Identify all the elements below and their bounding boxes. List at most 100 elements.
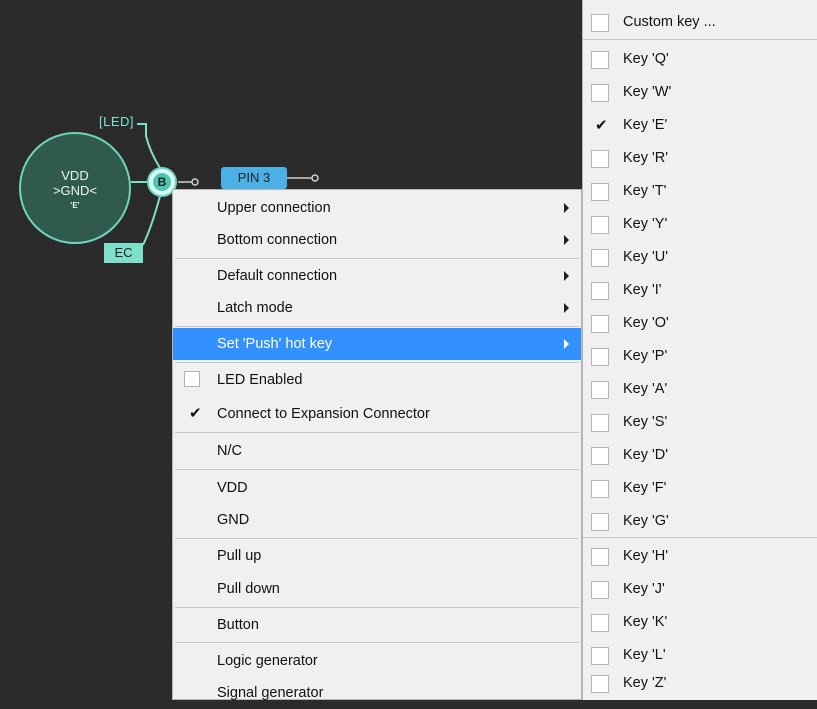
hotkey-label: Key 'P' xyxy=(623,348,668,364)
hotkey-item-t[interactable]: Key 'T' xyxy=(583,175,817,208)
menu-item-nc[interactable]: N/C xyxy=(173,435,581,467)
hotkey-item-z[interactable]: Key 'Z' xyxy=(583,667,817,700)
hotkey-label: Key 'D' xyxy=(623,447,669,463)
checkmark-icon: ✔ xyxy=(189,405,202,422)
menu-item-connect-expansion[interactable]: ✔ Connect to Expansion Connector xyxy=(173,398,581,430)
component-vdd-label: VDD xyxy=(61,168,89,183)
menu-item-label: Set 'Push' hot key xyxy=(217,336,333,352)
checkbox-unchecked xyxy=(591,216,609,234)
menu-separator xyxy=(583,537,817,538)
hotkey-label: Key 'Y' xyxy=(623,216,668,232)
menu-item-label: Logic generator xyxy=(217,653,318,669)
hotkey-item-a[interactable]: Key 'A' xyxy=(583,373,817,406)
menu-item-label: Latch mode xyxy=(217,300,293,316)
menu-item-pull-up[interactable]: Pull up xyxy=(173,540,581,572)
hotkey-label: Key 'U' xyxy=(623,249,669,265)
hotkey-label: Key 'Q' xyxy=(623,51,669,67)
pin-label[interactable]: PIN 3 xyxy=(221,167,287,189)
checkbox-unchecked xyxy=(591,51,609,69)
menu-item-pull-down[interactable]: Pull down xyxy=(173,573,581,605)
hotkey-item-f[interactable]: Key 'F' xyxy=(583,472,817,505)
checkbox-unchecked xyxy=(591,548,609,566)
hotkey-item-r[interactable]: Key 'R' xyxy=(583,142,817,175)
hotkey-item-i[interactable]: Key 'I' xyxy=(583,274,817,307)
menu-item-set-push-hot-key[interactable]: Set 'Push' hot key xyxy=(173,328,581,360)
checkbox-unchecked xyxy=(591,315,609,333)
submenu-arrow-icon xyxy=(564,203,569,213)
hotkey-label: Key 'O' xyxy=(623,315,669,331)
led-label: [LED] xyxy=(99,114,135,129)
checkbox-unchecked xyxy=(591,381,609,399)
checkbox-unchecked xyxy=(591,675,609,693)
menu-separator xyxy=(583,39,817,40)
hotkey-item-w[interactable]: Key 'W' xyxy=(583,76,817,109)
menu-item-default-connection[interactable]: Default connection xyxy=(173,260,581,292)
menu-item-led-enabled[interactable]: LED Enabled xyxy=(173,364,581,396)
node-b-label: B xyxy=(153,173,171,191)
component-gnd-label: >GND< xyxy=(52,183,98,198)
hotkey-item-q[interactable]: Key 'Q' xyxy=(583,43,817,76)
hotkey-label: Key 'E' xyxy=(623,117,668,133)
menu-separator xyxy=(175,642,579,643)
menu-item-upper-connection[interactable]: Upper connection xyxy=(173,192,581,224)
checkbox-unchecked xyxy=(591,581,609,599)
hotkey-submenu: Custom key ... Key 'Q' Key 'W' ✔ Key 'E'… xyxy=(582,0,817,700)
component-hotkey-label: 'E' xyxy=(70,201,80,210)
hotkey-item-h[interactable]: Key 'H' xyxy=(583,540,817,573)
menu-item-vdd[interactable]: VDD xyxy=(173,472,581,504)
hotkey-item-custom[interactable]: Custom key ... xyxy=(583,6,817,39)
hotkey-item-g[interactable]: Key 'G' xyxy=(583,505,817,538)
menu-item-label: Connect to Expansion Connector xyxy=(217,406,430,422)
hotkey-label: Key 'H' xyxy=(623,548,669,564)
checkbox-unchecked xyxy=(591,447,609,465)
checkbox-unchecked xyxy=(591,647,609,665)
menu-item-bottom-connection[interactable]: Bottom connection xyxy=(173,224,581,256)
hotkey-label: Key 'G' xyxy=(623,513,669,529)
hotkey-item-o[interactable]: Key 'O' xyxy=(583,307,817,340)
submenu-arrow-icon xyxy=(564,303,569,313)
hotkey-item-d[interactable]: Key 'D' xyxy=(583,439,817,472)
submenu-arrow-icon xyxy=(564,271,569,281)
submenu-arrow-icon xyxy=(564,339,569,349)
hotkey-item-k[interactable]: Key 'K' xyxy=(583,606,817,639)
hotkey-label: Key 'J' xyxy=(623,581,665,597)
menu-item-button[interactable]: Button xyxy=(173,609,581,641)
menu-separator xyxy=(175,432,579,433)
menu-separator xyxy=(175,469,579,470)
checkbox-unchecked xyxy=(591,183,609,201)
checkbox-unchecked xyxy=(591,513,609,531)
hotkey-item-p[interactable]: Key 'P' xyxy=(583,340,817,373)
hotkey-item-y[interactable]: Key 'Y' xyxy=(583,208,817,241)
checkbox-unchecked xyxy=(591,249,609,267)
checkbox-unchecked xyxy=(591,480,609,498)
hotkey-label: Key 'I' xyxy=(623,282,662,298)
menu-item-label: Button xyxy=(217,617,259,633)
hotkey-item-e[interactable]: ✔ Key 'E' xyxy=(583,109,817,142)
menu-item-label: VDD xyxy=(217,480,248,496)
menu-item-logic-generator[interactable]: Logic generator xyxy=(173,645,581,677)
menu-item-gnd[interactable]: GND xyxy=(173,504,581,536)
menu-separator xyxy=(175,326,579,327)
menu-item-label: GND xyxy=(217,512,250,528)
menu-item-label: Pull up xyxy=(217,548,262,564)
hotkey-item-s[interactable]: Key 'S' xyxy=(583,406,817,439)
checkbox-unchecked xyxy=(591,614,609,632)
hotkey-label: Key 'Z' xyxy=(623,675,667,691)
checkbox-unchecked xyxy=(184,371,200,387)
menu-separator xyxy=(175,538,579,539)
checkbox-unchecked xyxy=(591,414,609,432)
hotkey-item-u[interactable]: Key 'U' xyxy=(583,241,817,274)
hotkey-label: Key 'S' xyxy=(623,414,668,430)
menu-item-label: Signal generator xyxy=(217,685,324,701)
menu-item-latch-mode[interactable]: Latch mode xyxy=(173,292,581,324)
submenu-arrow-icon xyxy=(564,235,569,245)
menu-item-label: Upper connection xyxy=(217,200,331,216)
checkbox-unchecked xyxy=(591,348,609,366)
hotkey-item-j[interactable]: Key 'J' xyxy=(583,573,817,606)
ec-label: EC xyxy=(104,243,143,263)
menu-item-label: Default connection xyxy=(217,268,338,284)
menu-item-signal-generator[interactable]: Signal generator xyxy=(173,677,581,709)
hotkey-label: Key 'F' xyxy=(623,480,667,496)
hotkey-label: Key 'A' xyxy=(623,381,668,397)
hotkey-label: Key 'K' xyxy=(623,614,668,630)
